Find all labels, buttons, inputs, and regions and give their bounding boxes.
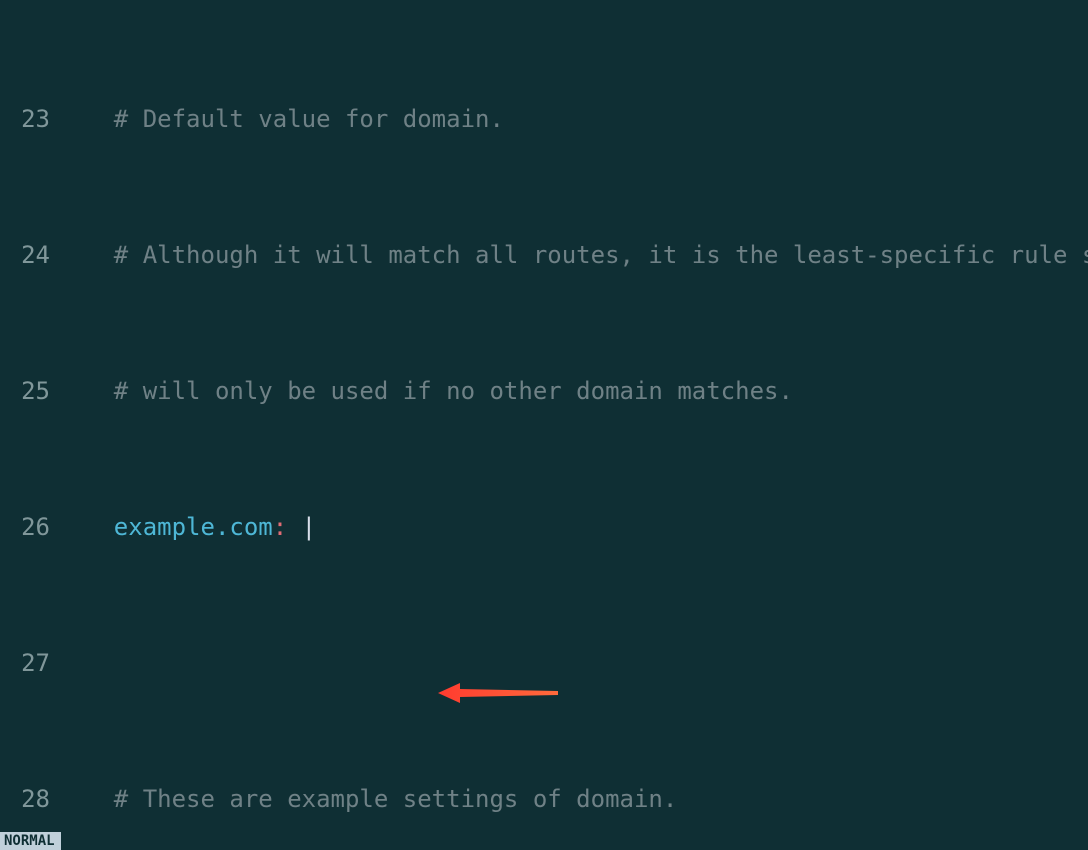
code-editor[interactable]: 23 # Default value for domain. 24 # Alth… [0, 0, 1088, 850]
line-number: 28 [0, 782, 56, 816]
code-line: 27 [0, 646, 1088, 680]
code-line: 25 # will only be used if no other domai… [0, 374, 1088, 408]
code-line: 24 # Although it will match all routes, … [0, 238, 1088, 272]
line-number: 24 [0, 238, 56, 272]
line-number: 25 [0, 374, 56, 408]
yaml-comment: # These are example settings of domain. [114, 785, 678, 813]
line-number: 26 [0, 510, 56, 544]
code-line: 23 # Default value for domain. [0, 102, 1088, 136]
line-number: 23 [0, 102, 56, 136]
yaml-comment: # will only be used if no other domain m… [114, 377, 793, 405]
code-line: 26 example.com: | [0, 510, 1088, 544]
line-number: 27 [0, 646, 56, 680]
yaml-comment: # Default value for domain. [114, 105, 504, 133]
yaml-comment: # Although it will match all routes, it … [114, 241, 1088, 269]
status-mode-badge: NORMAL [0, 832, 61, 850]
code-line: 28 # These are example settings of domai… [0, 782, 1088, 816]
yaml-key: example.com [114, 513, 273, 541]
annotation-arrow-icon [438, 680, 558, 706]
